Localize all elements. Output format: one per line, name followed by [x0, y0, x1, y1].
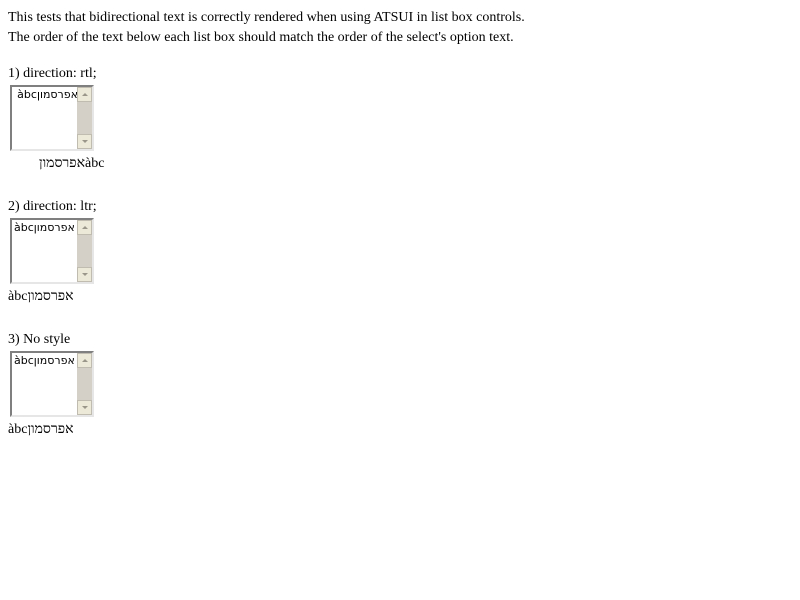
list-option[interactable]: àbcאפרסמון	[14, 353, 78, 368]
list-box[interactable]: אפרסמוןàbc	[10, 85, 94, 151]
triangle-down-icon	[81, 273, 88, 276]
result-text: אפרסמוןàbc	[39, 156, 105, 171]
section-title: 2) direction: ltr;	[8, 199, 97, 214]
scroll-up-button[interactable]	[77, 220, 92, 235]
section-title: 1) direction: rtl;	[8, 66, 97, 81]
scrollbar[interactable]	[77, 87, 92, 149]
triangle-down-icon	[81, 406, 88, 409]
scroll-down-button[interactable]	[77, 400, 92, 415]
section-no-style: 3) No style àbcאפרסמון àbcאפרסמון	[8, 330, 94, 440]
scroll-track[interactable]	[77, 368, 92, 400]
scrollbar[interactable]	[77, 353, 92, 415]
list-option[interactable]: àbcאפרסמון	[14, 220, 78, 235]
scroll-down-button[interactable]	[77, 134, 92, 149]
list-box[interactable]: àbcאפרסמון	[10, 351, 94, 417]
page: This tests that bidirectional text is co…	[0, 0, 800, 600]
scroll-track[interactable]	[77, 235, 92, 267]
list-box[interactable]: àbcאפרסמון	[10, 218, 94, 284]
scroll-down-button[interactable]	[77, 267, 92, 282]
triangle-up-icon	[81, 93, 88, 96]
section-rtl: 1) direction: rtl; אפרסמוןàbc אפרסמוןàbc	[8, 64, 104, 174]
scrollbar[interactable]	[77, 220, 92, 282]
section-title: 3) No style	[8, 332, 71, 347]
triangle-up-icon	[81, 226, 88, 229]
scroll-track[interactable]	[77, 102, 92, 134]
section-ltr: 2) direction: ltr; àbcאפרסמון àbcאפרסמון	[8, 197, 97, 307]
list-option[interactable]: אפרסמוןàbc	[14, 87, 78, 102]
scroll-up-button[interactable]	[77, 353, 92, 368]
result-text: àbcאפרסמון	[8, 289, 74, 304]
intro-line-1: This tests that bidirectional text is co…	[8, 10, 525, 25]
result-text: àbcאפרסמון	[8, 422, 74, 437]
triangle-up-icon	[81, 359, 88, 362]
intro-text: This tests that bidirectional text is co…	[8, 8, 525, 48]
intro-line-2: The order of the text below each list bo…	[8, 30, 514, 45]
scroll-up-button[interactable]	[77, 87, 92, 102]
triangle-down-icon	[81, 140, 88, 143]
